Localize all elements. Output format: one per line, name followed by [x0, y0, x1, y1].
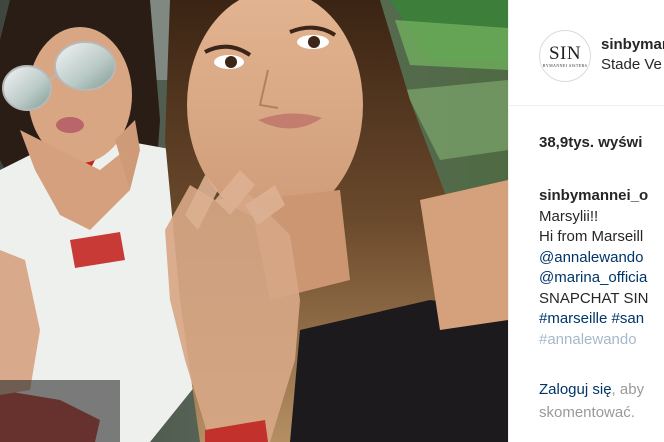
mention-link[interactable]: @annalewando	[539, 248, 664, 269]
avatar-logo-text: SIN	[548, 43, 582, 64]
views-count: 38,9tys. wyświ	[539, 134, 643, 151]
login-prompt-text-2: skomentować.	[539, 404, 635, 421]
caption-line: Hi from Marseill	[539, 228, 644, 245]
photo-image	[0, 0, 508, 442]
caption-line: SNAPCHAT SIN	[539, 289, 649, 307]
username-link[interactable]: sinbymannei	[601, 36, 664, 53]
login-link[interactable]: Zaloguj się	[539, 381, 612, 398]
login-prompt-line: Zaloguj się, aby	[539, 378, 664, 401]
avatar-subtitle: BYMANNEI SISTERS	[542, 63, 588, 68]
hashtag-link[interactable]: #annalewando	[539, 330, 664, 351]
hashtag-link[interactable]: #marseille #san	[539, 309, 664, 330]
post-side-panel: SIN BYMANNEI SISTERS sinbymannei Stade V…	[508, 0, 664, 442]
mention-link[interactable]: @marina_officia	[539, 268, 664, 289]
post-header: SIN BYMANNEI SISTERS sinbymannei Stade V…	[509, 0, 664, 106]
post-photo[interactable]	[0, 0, 508, 442]
avatar[interactable]: SIN BYMANNEI SISTERS	[539, 30, 591, 82]
post-caption: sinbymannei_o Marsylii!! Hi from Marseil…	[539, 186, 664, 350]
location-link[interactable]: Stade Ve	[601, 56, 662, 73]
caption-author-link[interactable]: sinbymannei_o	[539, 186, 664, 207]
caption-line: Marsylii!!	[539, 207, 599, 225]
login-prompt: Zaloguj się, aby skomentować.	[539, 378, 664, 424]
login-prompt-text: , aby	[611, 381, 645, 398]
